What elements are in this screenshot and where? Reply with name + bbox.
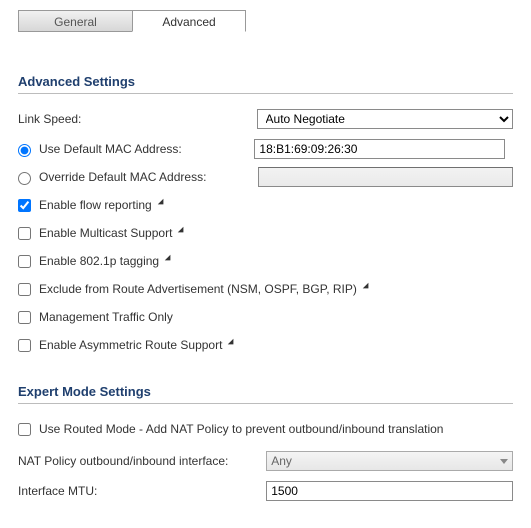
asym-route-checkbox[interactable] [18,339,31,352]
use-default-mac-label: Use Default MAC Address: [39,142,254,156]
mtu-label: Interface MTU: [18,484,266,498]
default-mac-value [254,139,505,159]
advanced-settings-title: Advanced Settings [18,74,513,94]
chevron-icon [228,339,236,347]
tab-bar: General Advanced [18,10,513,32]
mgmt-only-label: Management Traffic Only [39,310,173,324]
asym-route-label: Enable Asymmetric Route Support [39,338,222,352]
use-default-mac-radio[interactable] [18,144,31,157]
tab-general[interactable]: General [18,10,132,32]
chevron-icon [363,283,371,291]
chevron-icon [178,227,186,235]
link-speed-select[interactable]: Auto Negotiate [257,109,513,129]
mgmt-only-checkbox[interactable] [18,311,31,324]
routed-mode-checkbox[interactable] [18,423,31,436]
8021p-checkbox[interactable] [18,255,31,268]
tab-advanced[interactable]: Advanced [132,10,246,32]
override-mac-input [258,167,513,187]
nat-policy-label: NAT Policy outbound/inbound interface: [18,454,266,468]
nat-policy-value: Any [271,454,292,468]
chevron-icon [157,199,165,207]
link-speed-label: Link Speed: [18,112,257,126]
8021p-label: Enable 802.1p tagging [39,254,159,268]
exclude-route-checkbox[interactable] [18,283,31,296]
chevron-down-icon [500,459,508,464]
mtu-input[interactable] [266,481,513,501]
exclude-route-label: Exclude from Route Advertisement (NSM, O… [39,282,357,296]
override-mac-label: Override Default MAC Address: [39,170,258,184]
flow-reporting-checkbox[interactable] [18,199,31,212]
nat-policy-select: Any [266,451,513,471]
multicast-checkbox[interactable] [18,227,31,240]
expert-mode-title: Expert Mode Settings [18,384,513,404]
routed-mode-label: Use Routed Mode - Add NAT Policy to prev… [39,422,443,436]
flow-reporting-label: Enable flow reporting [39,198,152,212]
override-mac-radio[interactable] [18,172,31,185]
chevron-icon [165,255,173,263]
multicast-label: Enable Multicast Support [39,226,172,240]
